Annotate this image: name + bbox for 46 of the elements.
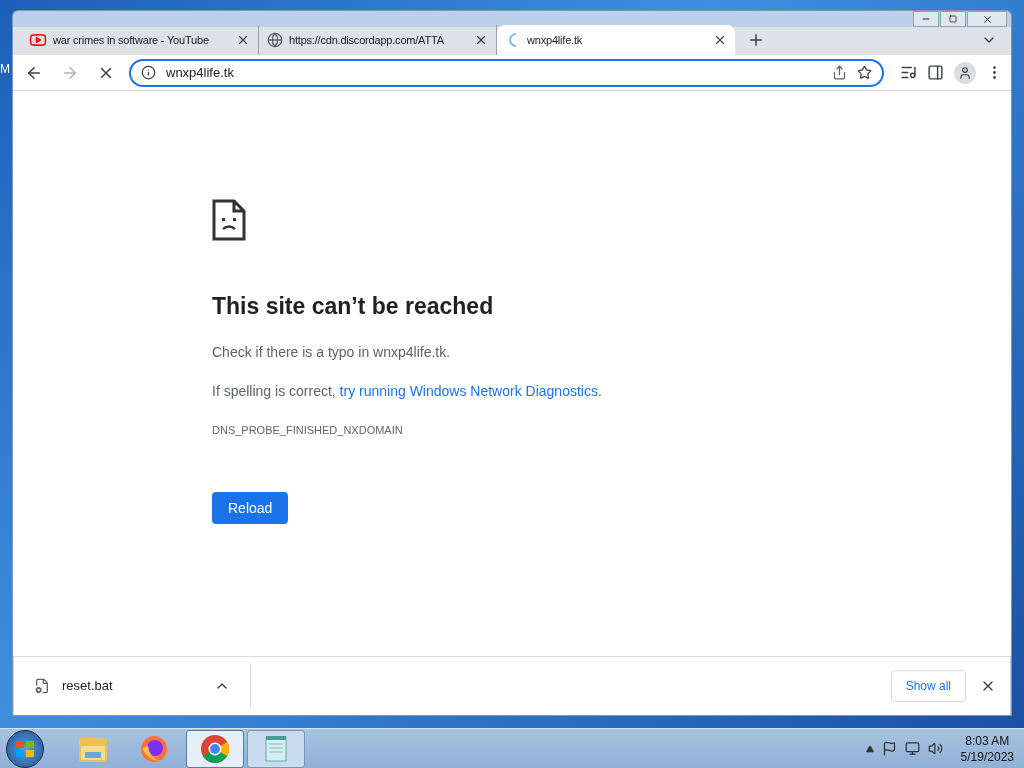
network-icon[interactable]: [904, 741, 920, 756]
desktop-icon-label: M: [0, 61, 10, 78]
browser-tab[interactable]: wnxp4life.tk: [497, 25, 735, 55]
share-icon[interactable]: [832, 65, 847, 80]
taskbar-app[interactable]: [186, 729, 244, 768]
error-title: This site can’t be reached: [212, 292, 494, 321]
taskbar-app[interactable]: [247, 729, 305, 768]
file-name: reset.bat: [62, 677, 114, 696]
file-gear-icon: [34, 678, 50, 694]
url-text: wnxp4life.tk: [166, 63, 235, 82]
new-tab-icon[interactable]: [747, 31, 765, 49]
close-icon[interactable]: [236, 33, 250, 47]
bookmark-star-icon[interactable]: [857, 65, 872, 80]
windows-logo-icon: [15, 739, 35, 758]
show-hidden-icons-icon[interactable]: [865, 744, 874, 753]
typo-hint: Check if there is a typo in wnxp4life.tk.: [212, 342, 451, 362]
fox-globe-icon: [139, 733, 169, 764]
show-all-button[interactable]: Show all: [890, 670, 966, 702]
chrome-icon: [200, 733, 230, 764]
sad-page-icon: [212, 199, 246, 241]
speaker-icon[interactable]: [927, 741, 943, 756]
info-icon[interactable]: [141, 65, 156, 80]
media-list-icon[interactable]: [900, 64, 917, 81]
diagnostics-hint: If spelling is correct, try running Windows Network Diagnostics.: [212, 381, 602, 401]
profile-icon[interactable]: [954, 61, 976, 84]
tab-title: https://cdn.discordapp.com/ATTA: [289, 32, 445, 48]
download-item[interactable]: reset.bat: [14, 663, 251, 709]
minimize-button[interactable]: [913, 11, 939, 27]
spinner-icon: [509, 33, 517, 47]
video-play-icon: [29, 31, 47, 49]
close-icon: [981, 13, 993, 25]
error-code: DNS_PROBE_FINISHED_NXDOMAIN: [212, 422, 403, 438]
diagnostics-link[interactable]: try running Windows Network Diagnostics: [339, 382, 598, 399]
tab-title: war crimes in software - YouTube: [53, 32, 210, 48]
flag-icon[interactable]: [881, 741, 897, 756]
maximize-icon: [949, 15, 957, 23]
close-icon[interactable]: [713, 33, 727, 47]
side-panel-icon[interactable]: [927, 64, 944, 81]
reload-button[interactable]: Reload: [212, 492, 289, 524]
clock-time: 8:03 AM: [965, 732, 1010, 749]
tab-title: wnxp4life.tk: [527, 32, 584, 48]
close-icon[interactable]: [474, 33, 488, 47]
globe-icon: [267, 32, 283, 48]
clock-date: 5/19/2023: [960, 748, 1014, 765]
start-button[interactable]: [6, 729, 44, 768]
address-bar[interactable]: wnxp4life.tk: [129, 58, 884, 87]
